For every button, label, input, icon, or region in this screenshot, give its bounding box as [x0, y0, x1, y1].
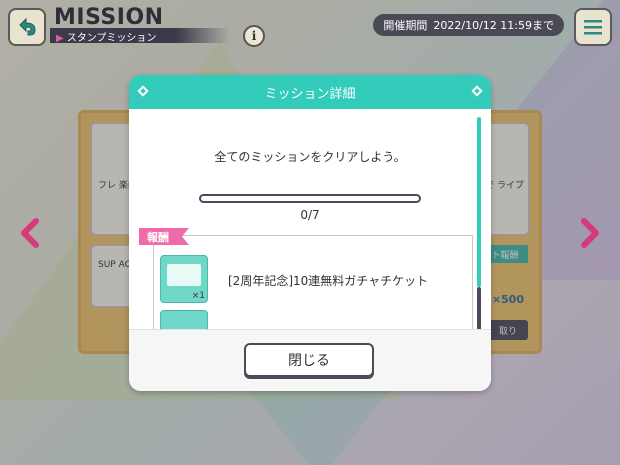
- reward-quantity: ×1: [191, 291, 205, 301]
- dialog-header: ミッション詳細: [129, 75, 491, 109]
- dialog-title: ミッション詳細: [264, 86, 356, 102]
- info-button[interactable]: i: [243, 25, 265, 47]
- diamond-icon: [137, 85, 149, 97]
- back-button[interactable]: [8, 8, 46, 46]
- prev-page-arrow-icon[interactable]: [18, 218, 42, 248]
- progress-label: 0/7: [300, 208, 320, 222]
- reward-name: [2周年記念]10連無料ガチャチケット: [228, 274, 429, 288]
- scrollbar-thumb[interactable]: [477, 287, 481, 331]
- period-label: 開催期間: [383, 19, 428, 32]
- period-value: 2022/10/12 11:59まで: [433, 19, 554, 32]
- reward-tag: 報酬: [139, 228, 189, 245]
- gacha-ticket-icon: ×1: [160, 255, 208, 303]
- hamburger-icon: [584, 20, 602, 35]
- reward-list[interactable]: ×1 [2周年記念]10連無料ガチャチケット: [153, 235, 473, 335]
- mission-detail-dialog: ミッション詳細 全てのミッションをクリアしよう。 0/7 ×1 [2周年記念]1…: [129, 75, 491, 391]
- mission-progress-bar: [199, 194, 421, 203]
- subtitle-text: スタンプミッション: [66, 33, 157, 44]
- dialog-footer: 閉じる: [129, 329, 491, 391]
- close-button[interactable]: 閉じる: [244, 343, 374, 377]
- next-page-arrow-icon[interactable]: [578, 218, 602, 248]
- ticket-face: [167, 264, 201, 286]
- dialog-scrollbar[interactable]: [477, 117, 481, 331]
- event-period: 開催期間 2022/10/12 11:59まで: [373, 14, 564, 36]
- triangle-right-icon: ▶: [56, 33, 64, 44]
- page-title: MISSION: [54, 5, 164, 30]
- mission-description: 全てのミッションをクリアしよう。: [214, 150, 406, 164]
- page-subtitle: ▶ スタンプミッション: [56, 29, 156, 44]
- info-icon: i: [251, 29, 257, 43]
- menu-button[interactable]: [574, 8, 612, 46]
- diamond-icon: [471, 85, 483, 97]
- scrollbar-track-upper: [477, 117, 481, 287]
- back-arrow-icon: [19, 17, 36, 36]
